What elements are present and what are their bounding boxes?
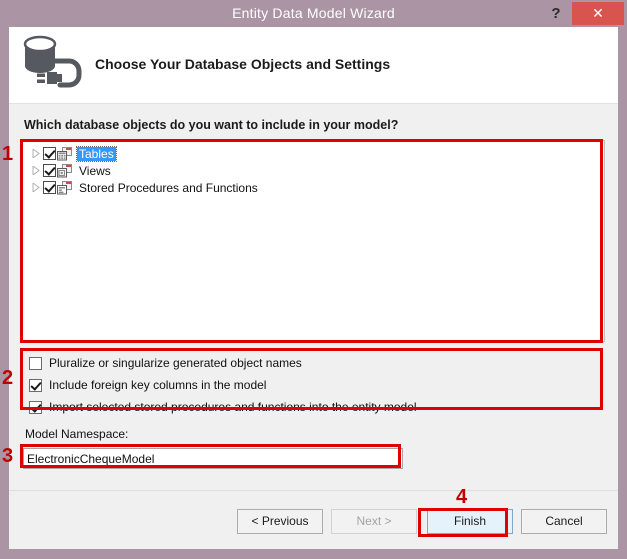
tree-item-label: Stored Procedures and Functions bbox=[79, 180, 258, 195]
wizard-header: Choose Your Database Objects and Setting… bbox=[9, 27, 618, 104]
wizard-body: Which database objects do you want to in… bbox=[9, 104, 618, 490]
database-plug-icon bbox=[15, 31, 87, 97]
page-title: Choose Your Database Objects and Setting… bbox=[95, 56, 391, 72]
option-label: Include foreign key columns in the model bbox=[49, 378, 267, 392]
prompt-label: Which database objects do you want to in… bbox=[24, 118, 399, 132]
finish-button[interactable]: Finish bbox=[427, 509, 513, 534]
tree-item-label: Views bbox=[79, 163, 111, 178]
database-objects-tree[interactable]: Tables Views Stored Procedures and Funct… bbox=[21, 140, 605, 342]
model-namespace-input[interactable] bbox=[23, 448, 403, 469]
option-foreign-keys[interactable]: Include foreign key columns in the model bbox=[29, 374, 607, 396]
model-options-group: Pluralize or singularize generated objec… bbox=[29, 352, 607, 418]
option-label: Pluralize or singularize generated objec… bbox=[49, 356, 302, 370]
title-bar[interactable]: Entity Data Model Wizard ? ✕ bbox=[0, 0, 627, 27]
chevron-right-icon[interactable] bbox=[29, 147, 43, 161]
table-objects-icon bbox=[57, 146, 73, 161]
checkbox-foreign-keys[interactable] bbox=[29, 378, 42, 392]
tree-checkbox-tables[interactable] bbox=[43, 147, 56, 160]
cancel-button[interactable]: Cancel bbox=[521, 509, 607, 534]
view-objects-icon bbox=[57, 163, 73, 178]
option-pluralize[interactable]: Pluralize or singularize generated objec… bbox=[29, 352, 607, 374]
tree-checkbox-views[interactable] bbox=[43, 164, 56, 177]
entity-data-model-wizard-window: Entity Data Model Wizard ? ✕ Choose Your… bbox=[0, 0, 627, 559]
tree-item-stored-procedures[interactable]: Stored Procedures and Functions bbox=[22, 179, 604, 196]
tree-item-tables[interactable]: Tables bbox=[22, 145, 604, 162]
help-button[interactable]: ? bbox=[542, 0, 570, 27]
sproc-objects-icon bbox=[57, 180, 73, 195]
close-icon[interactable]: ✕ bbox=[572, 2, 624, 25]
checkbox-pluralize[interactable] bbox=[29, 356, 42, 370]
chevron-right-icon[interactable] bbox=[29, 181, 43, 195]
option-import-sprocs[interactable]: Import selected stored procedures and fu… bbox=[29, 396, 607, 418]
tree-item-label: Tables bbox=[76, 145, 117, 162]
tree-item-views[interactable]: Views bbox=[22, 162, 604, 179]
window-title: Entity Data Model Wizard bbox=[232, 5, 395, 21]
model-namespace-label: Model Namespace: bbox=[25, 427, 129, 441]
previous-button[interactable]: < Previous bbox=[237, 509, 323, 534]
chevron-right-icon[interactable] bbox=[29, 164, 43, 178]
checkbox-import-sprocs[interactable] bbox=[29, 400, 42, 414]
option-label: Import selected stored procedures and fu… bbox=[49, 400, 417, 414]
dialog-footer: < Previous Next > Finish Cancel bbox=[9, 490, 618, 549]
tree-checkbox-stored-procedures[interactable] bbox=[43, 181, 56, 194]
next-button: Next > bbox=[331, 509, 417, 534]
